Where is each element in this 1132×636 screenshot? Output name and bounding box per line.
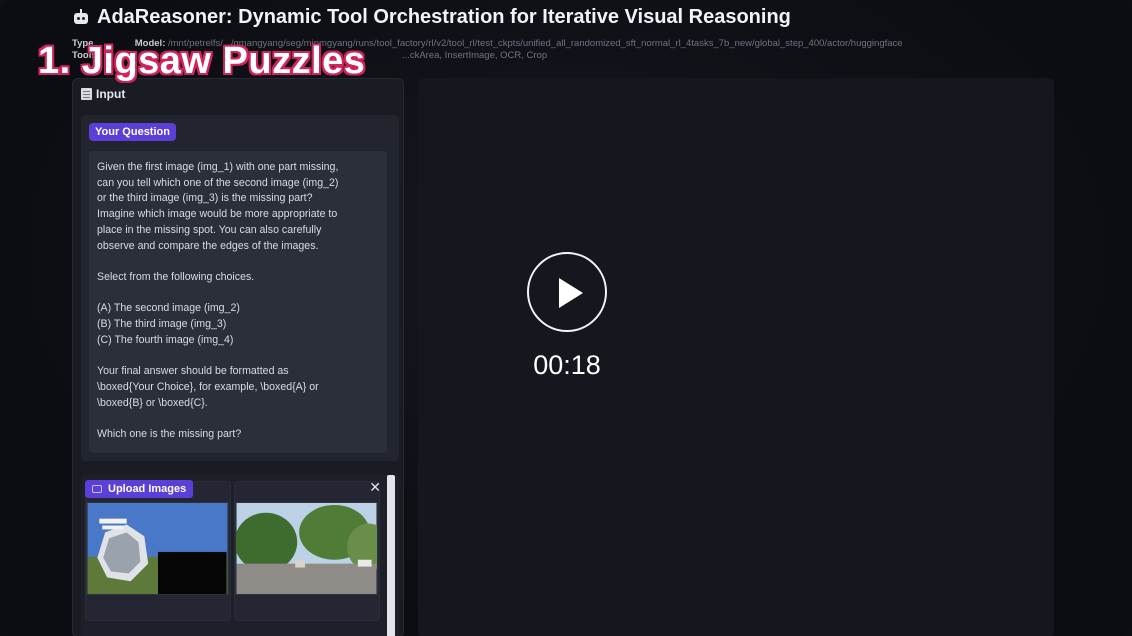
uploaded-image-card[interactable] <box>234 481 380 621</box>
app-title: AdaReasoner: Dynamic Tool Orchestration … <box>73 5 791 29</box>
uploaded-image-2 <box>235 502 378 595</box>
play-button[interactable] <box>527 252 607 332</box>
uploaded-image-card[interactable] <box>85 481 231 621</box>
input-panel-title: Input <box>96 87 126 101</box>
question-textarea[interactable]: Given the first image (img_1) with one p… <box>89 151 387 453</box>
video-timestamp: 00:18 <box>533 350 601 380</box>
memo-icon <box>81 88 92 100</box>
input-panel-header: Input <box>81 87 125 101</box>
upload-scrollbar[interactable] <box>387 475 395 636</box>
uploaded-image-1 <box>86 502 229 595</box>
robot-icon <box>73 9 89 25</box>
close-icon[interactable]: ✕ <box>369 479 381 496</box>
upload-images-area[interactable]: Upload Images ✕ <box>81 475 399 636</box>
image-upload-icon <box>92 485 102 493</box>
input-panel: Input Your Question Given the first imag… <box>72 78 404 636</box>
app-title-text: AdaReasoner: Dynamic Tool Orchestration … <box>97 5 791 28</box>
output-panel <box>418 78 1054 636</box>
tools-list: ...ckArea, InsertImage, OCR, Crop <box>401 50 548 61</box>
upload-images-label: Upload Images <box>108 483 187 495</box>
video-frame: AdaReasoner: Dynamic Tool Orchestration … <box>0 0 1132 636</box>
upload-images-button[interactable]: Upload Images <box>85 480 194 498</box>
question-badge: Your Question <box>89 123 176 141</box>
section-caption: 1. Jigsaw Puzzles <box>38 40 366 82</box>
play-icon <box>559 278 583 308</box>
question-box: Your Question Given the first image (img… <box>81 115 399 461</box>
